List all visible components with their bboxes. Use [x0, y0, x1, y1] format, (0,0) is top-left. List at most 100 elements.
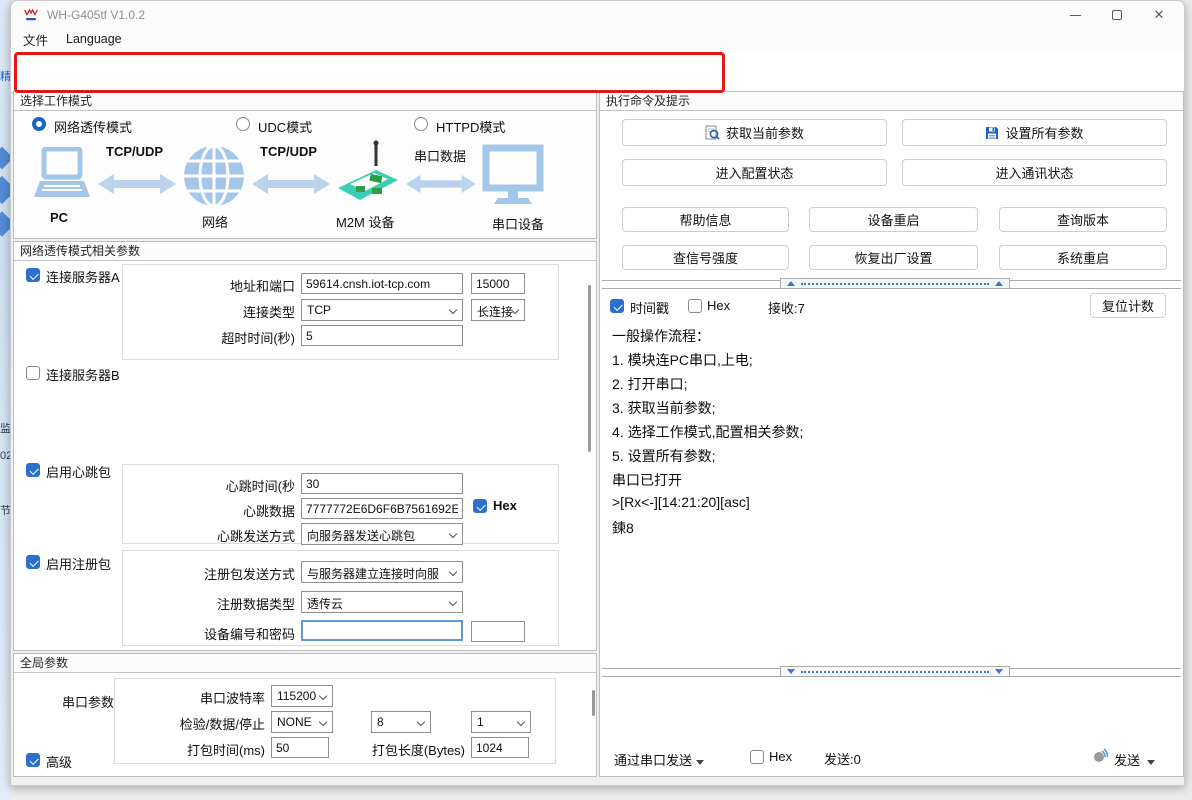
send-hex-checkbox[interactable]: [750, 750, 764, 764]
radio-udc-mode[interactable]: [236, 117, 250, 131]
heartbeat-label[interactable]: 启用心跳包: [46, 462, 111, 481]
advanced-label[interactable]: 高级: [46, 752, 72, 771]
heartbeat-hex-label[interactable]: Hex: [493, 498, 517, 513]
log-line: 3. 获取当前参数;: [612, 398, 715, 418]
menu-file[interactable]: 文件: [23, 30, 48, 49]
command-panel-group: 执行命令及提示 获取当前参数 设置所有参数 进入配置状态 进入通讯状态 帮助信息: [599, 91, 1184, 777]
server-b-label[interactable]: 连接服务器B: [46, 365, 120, 384]
set-params-button[interactable]: 设置所有参数: [902, 119, 1167, 146]
register-checkbox[interactable]: [26, 555, 40, 569]
conn-mode-select[interactable]: 长连接: [471, 299, 525, 321]
send-via-dropdown[interactable]: 通过串口发送: [614, 750, 704, 769]
minimize-button[interactable]: [1054, 1, 1096, 29]
enter-comm-button[interactable]: 进入通讯状态: [902, 159, 1167, 186]
maximize-button[interactable]: [1096, 1, 1138, 29]
get-params-button[interactable]: 获取当前参数: [622, 119, 887, 146]
timeout-input[interactable]: [301, 325, 463, 346]
heartbeat-mode-select[interactable]: 向服务器发送心跳包: [301, 523, 463, 545]
heartbeat-mode-label: 心跳发送方式: [123, 526, 295, 545]
log-hex-label[interactable]: Hex: [707, 298, 730, 313]
net-params-group-title: 网络透传模式相关参数: [14, 242, 596, 261]
radio-net-transparent-label[interactable]: 网络透传模式: [54, 117, 132, 136]
device-id-label: 设备编号和密码: [123, 624, 295, 643]
log-splitter-handle[interactable]: [780, 278, 1010, 289]
serial-device-label: 串口设备: [492, 214, 544, 233]
radio-net-transparent-mode[interactable]: [32, 117, 46, 131]
log-line: 一般操作流程：: [612, 326, 710, 346]
pc-laptop-icon: [32, 147, 92, 205]
sent-count-label: 发送:0: [824, 749, 861, 768]
collapse-up-icon: [787, 281, 795, 286]
network-globe-icon: [182, 144, 246, 208]
enter-config-button[interactable]: 进入配置状态: [622, 159, 887, 186]
heartbeat-time-input[interactable]: [301, 473, 463, 494]
splitter-dots: [801, 283, 989, 285]
global-parity-label: 检验/数据/停止: [93, 714, 265, 733]
send-hex-label[interactable]: Hex: [769, 749, 792, 764]
pack-len-input[interactable]: [471, 737, 529, 758]
serial-device-icon: [482, 144, 544, 206]
collapse-down-icon: [787, 669, 795, 674]
global-databits-select[interactable]: 8: [371, 711, 431, 733]
command-panel-title: 执行命令及提示: [600, 92, 1183, 111]
pack-time-label: 打包时间(ms): [93, 740, 265, 759]
send-speaker-icon: [1092, 748, 1108, 764]
conn-type-label: 连接类型: [123, 302, 295, 321]
timestamp-checkbox[interactable]: [610, 299, 624, 313]
heartbeat-hex-checkbox[interactable]: [473, 499, 487, 513]
menu-bar: 文件 Language: [11, 29, 1184, 49]
help-button[interactable]: 帮助信息: [622, 207, 789, 232]
m2m-device-icon: [332, 140, 402, 208]
global-scrollbar[interactable]: [592, 690, 595, 716]
register-type-select[interactable]: 透传云: [301, 591, 463, 613]
conn-type-select[interactable]: TCP: [301, 299, 463, 321]
dropdown-arrow-icon: [696, 760, 704, 765]
dropdown-arrow-icon: [1147, 760, 1155, 765]
work-mode-group-title: 选择工作模式: [14, 92, 596, 111]
register-panel: 注册包发送方式 与服务器建立连接时向服 注册数据类型 透传云 设备编号和密码: [122, 550, 559, 646]
device-id-input[interactable]: [301, 620, 463, 641]
device-reboot-button[interactable]: 设备重启: [809, 207, 978, 232]
send-splitter-handle[interactable]: [780, 666, 1010, 677]
server-port-input[interactable]: [471, 273, 525, 294]
query-version-button[interactable]: 查询版本: [999, 207, 1167, 232]
menu-language[interactable]: Language: [66, 32, 122, 46]
work-mode-group: 选择工作模式 网络透传模式 UDC模式 HTTPD模式 PC TCP/UDP 网…: [13, 91, 597, 239]
timestamp-label[interactable]: 时间戳: [630, 298, 669, 317]
link3-label: 串口数据: [414, 146, 466, 165]
heartbeat-data-input[interactable]: [301, 498, 463, 519]
register-type-label: 注册数据类型: [123, 594, 295, 613]
log-output-area[interactable]: 一般操作流程： 1. 模块连PC串口,上电; 2. 打开串口; 3. 获取当前参…: [604, 324, 1180, 660]
global-baud-select[interactable]: 115200: [271, 685, 333, 707]
global-stopbits-select[interactable]: 1: [471, 711, 531, 733]
params-scrollbar[interactable]: [588, 285, 591, 452]
radio-udc-label[interactable]: UDC模式: [258, 117, 312, 136]
link1-label: TCP/UDP: [106, 144, 163, 159]
log-hex-checkbox[interactable]: [688, 299, 702, 313]
register-mode-select[interactable]: 与服务器建立连接时向服: [301, 561, 463, 583]
system-reboot-button[interactable]: 系统重启: [999, 245, 1167, 270]
reset-count-button[interactable]: 复位计数: [1090, 293, 1166, 318]
server-addr-input[interactable]: [301, 273, 463, 294]
log-line: 鍊8: [612, 518, 634, 538]
heartbeat-panel: 心跳时间(秒 心跳数据 Hex 心跳发送方式 向服务器发送心跳包: [122, 464, 559, 544]
global-parity-select[interactable]: NONE: [271, 711, 333, 733]
send-input-area[interactable]: [604, 684, 1180, 740]
arrow-icon: [252, 172, 330, 196]
close-button[interactable]: ✕: [1138, 1, 1180, 29]
server-a-checkbox[interactable]: [26, 268, 40, 282]
m2m-label: M2M 设备: [336, 212, 395, 231]
signal-strength-button[interactable]: 查信号强度: [622, 245, 789, 270]
send-button[interactable]: 发送: [1114, 750, 1155, 769]
global-baud-label: 串口波特率: [93, 688, 265, 707]
advanced-checkbox[interactable]: [26, 753, 40, 767]
radio-httpd-label[interactable]: HTTPD模式: [436, 117, 505, 136]
server-a-label[interactable]: 连接服务器A: [46, 267, 120, 286]
register-label[interactable]: 启用注册包: [46, 554, 111, 573]
factory-reset-button[interactable]: 恢复出厂设置: [809, 245, 978, 270]
serial-toolbar: [PC串口参数] : 串口号 COM11 波特率 115200 检验/数据/停止…: [11, 49, 1184, 93]
server-b-checkbox[interactable]: [26, 366, 40, 380]
device-password-input[interactable]: [471, 621, 525, 642]
heartbeat-checkbox[interactable]: [26, 463, 40, 477]
radio-httpd-mode[interactable]: [414, 117, 428, 131]
